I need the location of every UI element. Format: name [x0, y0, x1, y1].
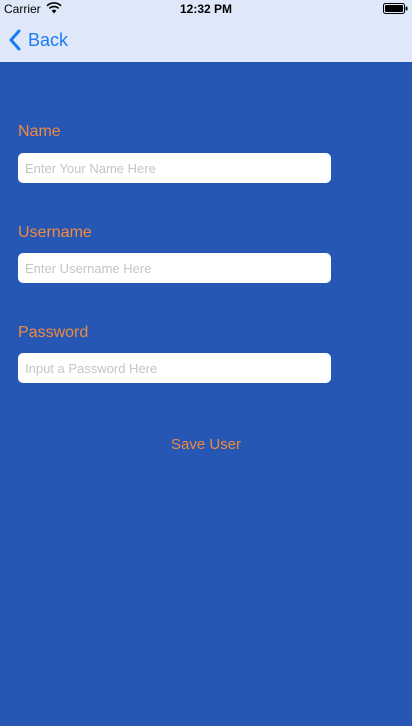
name-field[interactable] — [18, 153, 331, 183]
username-field[interactable] — [18, 253, 331, 283]
username-label: Username — [18, 224, 92, 241]
clock: 12:32 PM — [179, 2, 233, 16]
password-field[interactable] — [18, 353, 331, 383]
save-user-button[interactable]: Save User — [0, 436, 412, 453]
header: Carrier 12:32 PM Back — [0, 0, 412, 62]
name-label: Name — [18, 123, 61, 140]
navigation-bar: Back — [0, 18, 412, 62]
app-screen: Carrier 12:32 PM Back Name Enter Your Na… — [0, 0, 412, 726]
chevron-left-icon — [9, 29, 21, 51]
back-label: Back — [28, 29, 69, 50]
battery-icon — [383, 3, 408, 14]
back-button[interactable]: Back — [8, 28, 68, 52]
password-label: Password — [18, 324, 89, 341]
status-bar: Carrier 12:32 PM — [0, 0, 412, 18]
